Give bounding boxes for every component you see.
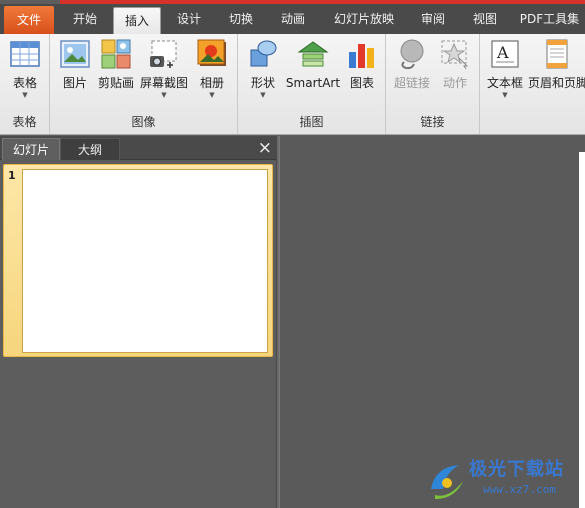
hyperlink-button-label: 超链接 [393, 76, 430, 90]
slides-pane: 幻灯片 大纲 × 1 [0, 136, 278, 508]
clipart-button[interactable]: 剪贴画 [96, 38, 136, 110]
header-footer-button-label: 页眉和页脚 [528, 76, 585, 90]
group-label-illustration: 插图 [299, 115, 324, 129]
svg-text:A: A [496, 43, 509, 62]
shapes-button-label: 形状 [250, 76, 275, 90]
ribbon-panel: 表格 ▼ 表格 图片 剪贴画 屏幕截图 ▼ 相册 ▼ 图像 形状 ▼ Smart… [0, 34, 585, 135]
group-table: 表格 ▼ 表格 [0, 34, 50, 134]
smartart-button[interactable]: SmartArt [284, 38, 342, 110]
tab-insert[interactable]: 插入 [113, 7, 161, 34]
group-label-image: 图像 [131, 115, 156, 129]
chart-button-label: 图表 [349, 76, 374, 90]
pane-tabs: 幻灯片 大纲 × [0, 136, 278, 160]
picture-icon [59, 38, 91, 70]
album-button-label: 相册 [199, 76, 224, 90]
ribbon-tab-bar: 文件 开始 插入 设计 切换 动画 幻灯片放映 审阅 视图 PDF工具集 [0, 4, 585, 34]
tab-view[interactable]: 视图 [462, 4, 508, 34]
clipart-button-label: 剪贴画 [97, 76, 134, 90]
picture-button-label: 图片 [62, 76, 87, 90]
picture-button[interactable]: 图片 [56, 38, 94, 110]
watermark-url: www.xz7.com [483, 483, 556, 496]
slide-editing-area[interactable] [280, 136, 585, 508]
shapes-icon [247, 38, 279, 70]
chevron-down-icon: ▼ [22, 91, 28, 99]
smartart-icon [297, 38, 329, 70]
tab-review[interactable]: 审阅 [410, 4, 456, 34]
group-illustration: 形状 ▼ SmartArt 图表 插图 [238, 34, 386, 134]
group-image: 图片 剪贴画 屏幕截图 ▼ 相册 ▼ 图像 [50, 34, 238, 134]
table-button-label: 表格 [12, 76, 37, 90]
tab-slides[interactable]: 幻灯片 [2, 138, 60, 160]
group-label-table: 表格 [12, 115, 37, 129]
photo-album-icon [196, 38, 228, 70]
watermark-logo-icon [431, 465, 463, 499]
tab-outline[interactable]: 大纲 [60, 138, 120, 160]
chevron-down-icon: ▼ [161, 91, 167, 99]
slide-thumbnail-selected[interactable]: 1 [3, 164, 273, 357]
bar-chart-icon [346, 38, 378, 70]
hyperlink-button[interactable]: 超链接 [390, 38, 434, 110]
watermark: 极光下载站 www.xz7.com [425, 455, 585, 507]
tab-file[interactable]: 文件 [4, 6, 54, 34]
table-icon [9, 38, 41, 70]
action-button[interactable]: 动作 [436, 38, 474, 110]
textbox-button-label: 文本框 [486, 76, 523, 90]
group-link: 超链接 动作 链接 [386, 34, 480, 134]
chevron-down-icon: ▼ [502, 91, 508, 99]
group-text: A 文本框 ▼ 页眉和页脚 [480, 34, 585, 134]
slide-thumbnail-image[interactable] [22, 169, 268, 353]
header-footer-icon [541, 38, 573, 70]
screenshot-button[interactable]: 屏幕截图 ▼ [138, 38, 190, 110]
shapes-button[interactable]: 形状 ▼ [244, 38, 282, 110]
action-button-label: 动作 [442, 76, 467, 90]
hyperlink-globe-icon [396, 38, 428, 70]
header-footer-button[interactable]: 页眉和页脚 [528, 38, 585, 110]
chevron-down-icon: ▼ [209, 91, 215, 99]
chevron-down-icon: ▼ [260, 91, 266, 99]
group-label-link: 链接 [420, 115, 445, 129]
tab-pdf-tools[interactable]: PDF工具集 [514, 4, 585, 34]
smartart-button-label: SmartArt [285, 76, 341, 90]
tab-animations[interactable]: 动画 [270, 4, 316, 34]
clipart-icon [100, 38, 132, 70]
tab-home[interactable]: 开始 [62, 4, 108, 34]
slide-number: 1 [8, 169, 16, 182]
screenshot-icon [148, 38, 180, 70]
textbox-button[interactable]: A 文本框 ▼ [484, 38, 526, 110]
table-button[interactable]: 表格 ▼ [3, 38, 47, 110]
screenshot-button-label: 屏幕截图 [139, 76, 188, 90]
tab-design[interactable]: 设计 [166, 4, 212, 34]
action-star-icon [439, 38, 471, 70]
watermark-name: 极光下载站 [469, 459, 564, 480]
close-icon[interactable]: × [258, 138, 272, 158]
chart-button[interactable]: 图表 [344, 38, 380, 110]
textbox-icon: A [489, 38, 521, 70]
tab-transitions[interactable]: 切换 [218, 4, 264, 34]
album-button[interactable]: 相册 ▼ [194, 38, 230, 110]
tab-slideshow[interactable]: 幻灯片放映 [324, 4, 404, 34]
